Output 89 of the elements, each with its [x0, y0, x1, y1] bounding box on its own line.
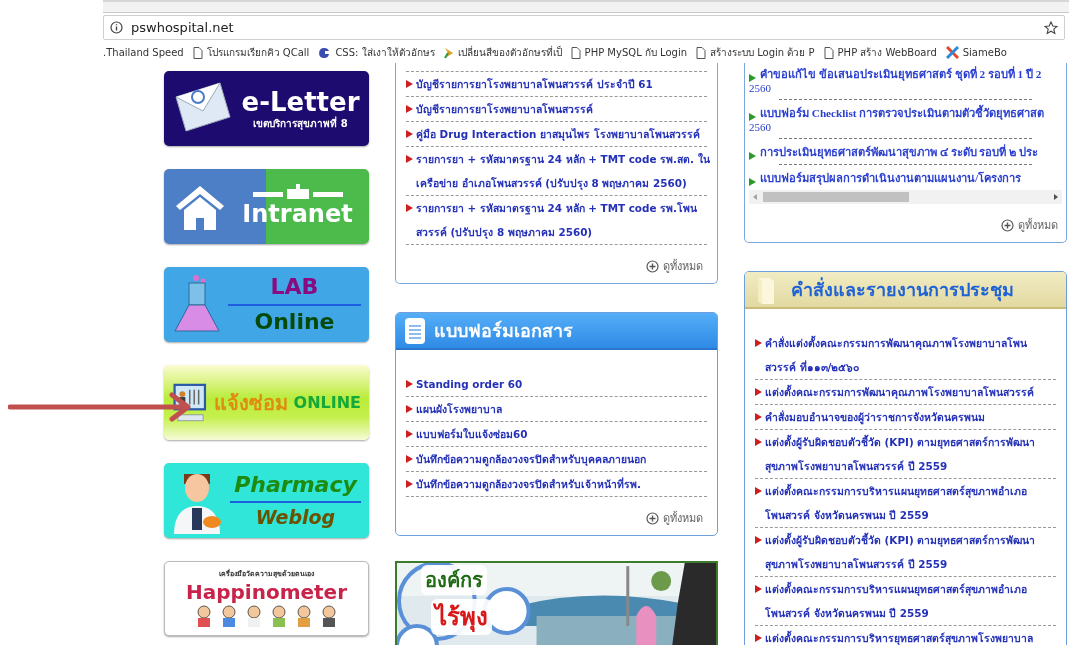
document-link[interactable]: แต่งตั้งผู้รับผิดชอบตัวชี้วัด (KPI) ตามยุทธศาสตร์การพัฒนา สุขภาพโรงพยาบาลโพนสวรรค์ ปี 2559: [765, 528, 1036, 576]
cross-icon: [945, 46, 959, 59]
bullet-icon: [755, 487, 762, 495]
bullet-icon: [406, 155, 413, 163]
bullet-icon: [406, 105, 413, 113]
horizontal-scrollbar[interactable]: [749, 190, 1062, 204]
page-icon: [570, 46, 581, 59]
document-link[interactable]: บัญชีรายการยาโรงพยาบาลโพนสวรรค์ ประจำปี 61: [416, 72, 653, 96]
promo-title: องค์กร: [421, 565, 487, 595]
banner-subtitle: Online: [254, 308, 335, 335]
bookmark[interactable]: เปลี่ยนสีของตัวอักษรที่เป็: [443, 45, 562, 60]
link-continuation: 2560: [749, 82, 772, 95]
document-link[interactable]: แต่งตั้งคณะกรรมการบริหารแผนยุทธศาสตร์สุขภาพอำเภอ โพนสวรค์ จังหวัดนครพนม ปี 2559: [765, 577, 1027, 625]
bookmark[interactable]: สร้างระบบ Login ด้วย P: [696, 45, 815, 60]
plus-circle-icon: [646, 511, 659, 525]
bullet-icon: [749, 178, 756, 186]
document-link[interactable]: บันทึกข้อความดูกล้องวงจรปิดสำหรับเจ้าหน้าที่รพ.: [416, 472, 641, 496]
promo-title: ไร้พุง: [431, 599, 492, 635]
banner-subtitle: Weblog: [255, 506, 336, 530]
page-icon: [192, 46, 203, 59]
bullet-icon: [406, 405, 413, 413]
document-link[interactable]: คำสั่งมอบอำนาจของผู้ว่าราชการจังหวัดนครพนม: [765, 405, 985, 429]
banner-title: Happinometer: [185, 579, 348, 604]
document-link[interactable]: แบบฟอร์ม Checklist การตรวจประเมินตามตัวชี้วัดยุทธศาสต: [760, 105, 1045, 121]
plus-circle-icon: [1001, 218, 1014, 232]
document-link[interactable]: Standing order 60: [416, 372, 523, 396]
document-link[interactable]: การประเมินยุทธศาสตร์พัฒนาสุขภาพ ๔ ระดับ รอบที่ ๒ ประ: [760, 144, 1038, 160]
bullet-icon: [406, 380, 413, 388]
bullet-icon: [406, 204, 413, 212]
link-continuation: 2560: [749, 121, 772, 134]
banner-title: e-Letter: [241, 86, 360, 117]
banner-title: LAB: [270, 274, 319, 301]
bullet-icon: [755, 438, 762, 446]
banner-title: Pharmacy: [234, 471, 357, 499]
network-icon: [252, 184, 343, 201]
page-icon: [823, 46, 834, 59]
view-all-link[interactable]: ดูทั้งหมด: [1001, 216, 1058, 234]
bookmark[interactable]: SiameBo: [945, 46, 1007, 59]
document-link[interactable]: แต่งตั้งคณะกรรมการบริหารแผนยุทธศาสตร์สุขภาพอำเภอ โพนสวรค์ จังหวัดนครพนม ปี 2559: [765, 479, 1027, 527]
bullet-icon: [406, 130, 413, 138]
page-icon: [696, 46, 707, 59]
bullet-icon: [755, 536, 762, 544]
document-link[interactable]: รายการยา + รหัสมาตรฐาน 24 หลัก + TMT code รพ.สต. ใน เครือข่าย อำเภอโพนสวรรค์ (ปรับปรุง 8 พฤษภาคม 2560): [416, 147, 710, 195]
banner-title: แจ้งซ่อม: [213, 390, 288, 415]
bullet-icon: [755, 634, 762, 642]
panel-title: คำสั่งและรายงานการประชุม: [791, 276, 1014, 304]
pharmacy-banner[interactable]: Pharmacy Weblog: [164, 463, 369, 538]
address-bar[interactable]: pswhospital.net: [103, 15, 1065, 40]
document-link[interactable]: แบบฟอร์มใบแจ้งซ่อม60: [416, 422, 528, 446]
bullet-icon: [406, 80, 413, 88]
document-link[interactable]: แต่งตั้งผู้รับผิดชอบตัวชี้วัด (KPI) ตามยุทธศาสตร์การพัฒนา สุขภาพโรงพยาบาลโพนสวรรค์ ปี 2559: [765, 430, 1036, 478]
document-link[interactable]: แบบฟอร์มสรุปผลการดำเนินงานตามแผนงาน/โครงการ: [760, 170, 1022, 186]
bookmark[interactable]: PHP สร้าง WebBoard: [823, 45, 937, 60]
bullet-icon: [755, 339, 762, 347]
document-link[interactable]: คำสั่งแต่งตั้งคณะกรรมการพัฒนาคุณภาพโรงพยาบาลโพน สวรรค์ ที่๑๑๓/๒๕๖๐: [765, 331, 1027, 379]
bullet-icon: [755, 585, 762, 593]
banner-subtitle: เขตบริการสุขภาพที่ 8: [253, 118, 348, 131]
plus-circle-icon: [646, 259, 659, 273]
document-link[interactable]: แผนผังโรงพยาบาล: [416, 397, 502, 421]
info-icon: [110, 21, 123, 34]
e-letter-banner[interactable]: e-Letter เขตบริการสุขภาพที่ 8: [164, 71, 369, 146]
star-icon[interactable]: [1044, 20, 1058, 35]
url-text: pswhospital.net: [131, 20, 235, 35]
bullet-icon: [749, 74, 756, 82]
bullet-icon: [755, 388, 762, 396]
bullet-icon: [406, 480, 413, 488]
bookmark[interactable]: CSS: ใส่เงาให้ตัวอักษร: [318, 45, 435, 60]
banner-subtitle: ONLINE: [293, 392, 361, 413]
bullet-icon: [406, 455, 413, 463]
document-icon: [404, 316, 426, 345]
lab-banner[interactable]: LAB Online: [164, 267, 369, 342]
bullet-icon: [755, 413, 762, 421]
bookmark[interactable]: PHP MySQL กับ Login: [570, 45, 688, 60]
panel-title: แบบฟอร์มเอกสาร: [434, 319, 573, 343]
bookmark[interactable]: .Thailand Speed: [103, 47, 184, 58]
bookmark[interactable]: โปรแกรมเรียกคิว QCall: [192, 45, 310, 60]
document-link[interactable]: รายการยา + รหัสมาตรฐาน 24 หลัก + TMT code รพ.โพน สวรรค์ (ปรับปรุง 8 พฤษภาคม 2560): [416, 196, 698, 244]
document-link[interactable]: คู่มือ Drug Interaction ยาสมุนไพร โรงพยาบาลโพนสวรรค์: [416, 122, 700, 146]
bullet-icon: [749, 152, 756, 160]
document-link[interactable]: คำขอแก้ไข ข้อเสนอประเมินยุทธศาสตร์ ชุดที่ 2 รอบที่ 1 ปี 2: [760, 66, 1042, 82]
view-all-link[interactable]: ดูทั้งหมด: [646, 257, 703, 275]
arrow-icon: [443, 46, 454, 59]
document-link[interactable]: บันทึกข้อความดูกล้องวงจรปิดสำหรับบุคคลภายนอก: [416, 447, 646, 471]
bullet-icon: [749, 113, 756, 121]
bullet-icon: [406, 430, 413, 438]
document-link[interactable]: แต่งตั้งคณะกรรมการพัฒนาคุณภาพโรงพยาบาลโพนสวรรค์: [765, 380, 1034, 404]
view-all-link[interactable]: ดูทั้งหมด: [646, 509, 703, 527]
document-link[interactable]: แต่งตั้งคณะกรรมการบริหารยุทธศาสตร์สุขภาพโรงพยาบาล: [765, 626, 1033, 645]
document-link[interactable]: บัญชีรายการยาโรงพยาบาลโพนสวรรค์: [416, 97, 593, 121]
